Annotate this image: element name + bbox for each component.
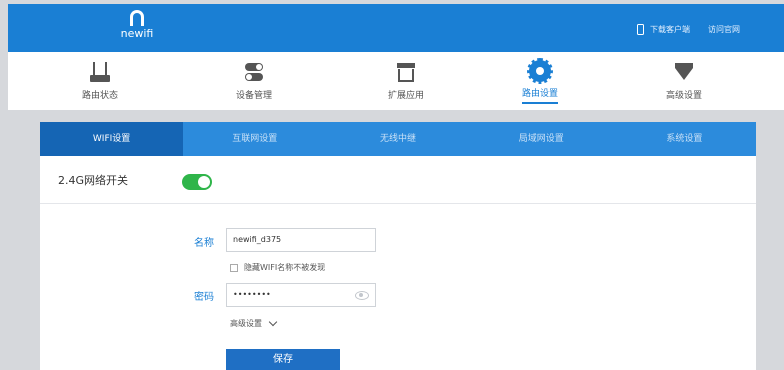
router-icon [88,60,112,84]
nav-label: 路由设置 [521,89,558,99]
password-label: 密码 [194,292,214,303]
tab-system-settings[interactable]: 系统设置 [613,122,756,156]
advanced-settings-label: 高级设置 [230,319,262,328]
nav-label: 设备管理 [235,91,272,101]
diamond-icon [672,60,696,84]
nav-item-router-status[interactable]: 路由状态 [50,52,150,110]
toggle-icon [242,60,266,84]
nav-label: 扩展应用 [387,91,424,101]
wifi-24g-toggle-row: 2.4G网络开关 [40,156,756,204]
wifi-password-input[interactable]: •••••••• [226,283,376,307]
store-icon [394,60,418,84]
top-header: newifi 下载客户端 访问官网 [8,4,784,52]
nav-item-router-settings[interactable]: 路由设置 [490,52,590,110]
wifi-24g-switch[interactable] [182,174,212,190]
nav-label: 高级设置 [665,91,702,101]
chevron-down-icon [268,317,278,327]
switch-knob [198,176,210,188]
nav-label: 路由状态 [81,91,118,101]
download-client-link[interactable]: 下载客户端 [650,24,690,35]
phone-icon [637,24,644,35]
save-button[interactable]: 保存 [226,349,340,370]
eye-icon[interactable] [355,291,369,300]
gear-icon [527,58,553,84]
header-links: 下载客户端 访问官网 [637,24,740,35]
wifi-name-input[interactable]: newifi_d375 [226,228,376,252]
logo-text: newifi [120,27,154,40]
wifi-24g-toggle-label: 2.4G网络开关 [58,174,129,187]
logo-mark [130,10,144,26]
advanced-settings-toggle[interactable]: 高级设置 [230,317,278,329]
nav-item-device-management[interactable]: 设备管理 [204,52,304,110]
nav-item-advanced-settings[interactable]: 高级设置 [634,52,734,110]
wifi-settings-panel: 2.4G网络开关 名称 newifi_d375 隐藏WIFI名称不被发现 密码 … [40,156,756,370]
sub-tabs: WIFI设置 互联网设置 无线中继 局域网设置 系统设置 [40,122,756,162]
main-nav: 路由状态 设备管理 扩展应用 路由设置 高级设置 [8,52,784,110]
tab-internet-settings[interactable]: 互联网设置 [183,122,326,156]
tab-lan-settings[interactable]: 局域网设置 [470,122,613,156]
hide-ssid-checkbox[interactable] [230,264,238,272]
password-value: •••••••• [233,290,271,299]
tab-wireless-repeater[interactable]: 无线中继 [326,122,469,156]
visit-website-link[interactable]: 访问官网 [708,24,740,35]
nav-item-extensions[interactable]: 扩展应用 [356,52,456,110]
hide-ssid-label: 隐藏WIFI名称不被发现 [244,263,326,272]
newifi-logo[interactable]: newifi [112,10,162,40]
tab-wifi-settings[interactable]: WIFI设置 [40,122,184,162]
name-label: 名称 [194,238,214,249]
